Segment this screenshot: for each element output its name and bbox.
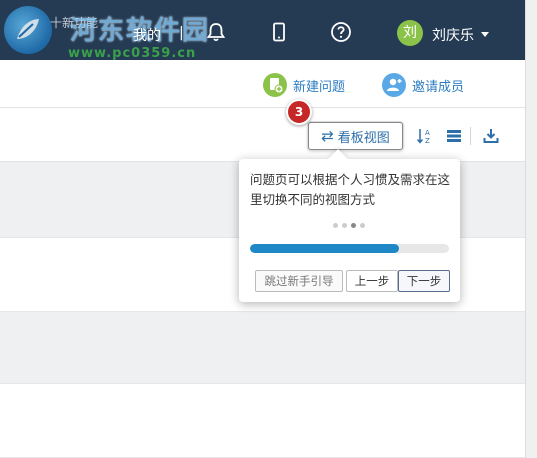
list-row [0, 312, 525, 384]
guide-popover: 问题页可以根据个人习惯及需求在这里切换不同的视图方式 跳过新手引导 上一步 下一… [239, 149, 460, 302]
list-icon[interactable] [445, 127, 463, 145]
action-bar: 新建问题 邀请成员 [0, 60, 525, 108]
avatar[interactable]: 刘 [397, 20, 423, 46]
kanban-view-label: 看板视图 [337, 130, 390, 146]
logo-leaf-icon [17, 19, 39, 39]
invite-member-label: 邀请成员 [412, 79, 465, 95]
step-dot [360, 223, 365, 228]
list-row [0, 384, 525, 458]
invite-member-button[interactable]: 邀请成员 [382, 72, 464, 98]
logo [4, 6, 52, 54]
guide-progress-bar [250, 244, 449, 253]
sort-az-icon[interactable]: A Z [416, 127, 434, 145]
nav-separator: | [179, 25, 184, 41]
svg-text:Z: Z [425, 137, 430, 145]
svg-text:A: A [425, 129, 430, 137]
mobile-icon[interactable] [268, 21, 290, 43]
bell-icon[interactable] [205, 21, 227, 43]
download-icon[interactable] [482, 127, 500, 145]
kanban-view-button[interactable]: ⇄ 看板视图 [308, 122, 403, 150]
next-step-button[interactable]: 下一步 [398, 270, 450, 292]
step-dot [342, 223, 347, 228]
chevron-down-icon[interactable] [481, 32, 489, 37]
toolbar-divider [470, 127, 471, 145]
username-menu[interactable]: 刘庆乐 [432, 25, 474, 45]
add-document-icon [263, 73, 287, 97]
step-dot [351, 223, 356, 228]
swap-arrows-icon: ⇄ [321, 127, 334, 145]
guide-message: 问题页可以根据个人习惯及需求在这里切换不同的视图方式 [250, 172, 451, 207]
nav-mine-link[interactable]: 我的 [133, 25, 161, 45]
watermark-url: www.pc0359.cn [68, 46, 197, 61]
add-user-icon [382, 73, 406, 97]
step-dot [333, 223, 338, 228]
skip-guide-button[interactable]: 跳过新手引导 [255, 270, 343, 292]
help-icon[interactable] [330, 21, 352, 43]
new-issue-button[interactable]: 新建问题 [263, 72, 345, 98]
guide-step-badge: 3 [286, 99, 312, 125]
top-navbar: 十新功能 河东软件园 www.pc0359.cn 我的 | 刘 刘庆乐 [0, 0, 525, 61]
prev-step-button[interactable]: 上一步 [346, 270, 398, 292]
guide-progress-fill [250, 244, 400, 253]
page-scrollbar[interactable] [525, 0, 537, 458]
view-toolbar: ⇄ 看板视图 A Z [0, 108, 525, 162]
new-issue-label: 新建问题 [293, 79, 346, 95]
step-dots [333, 223, 365, 228]
